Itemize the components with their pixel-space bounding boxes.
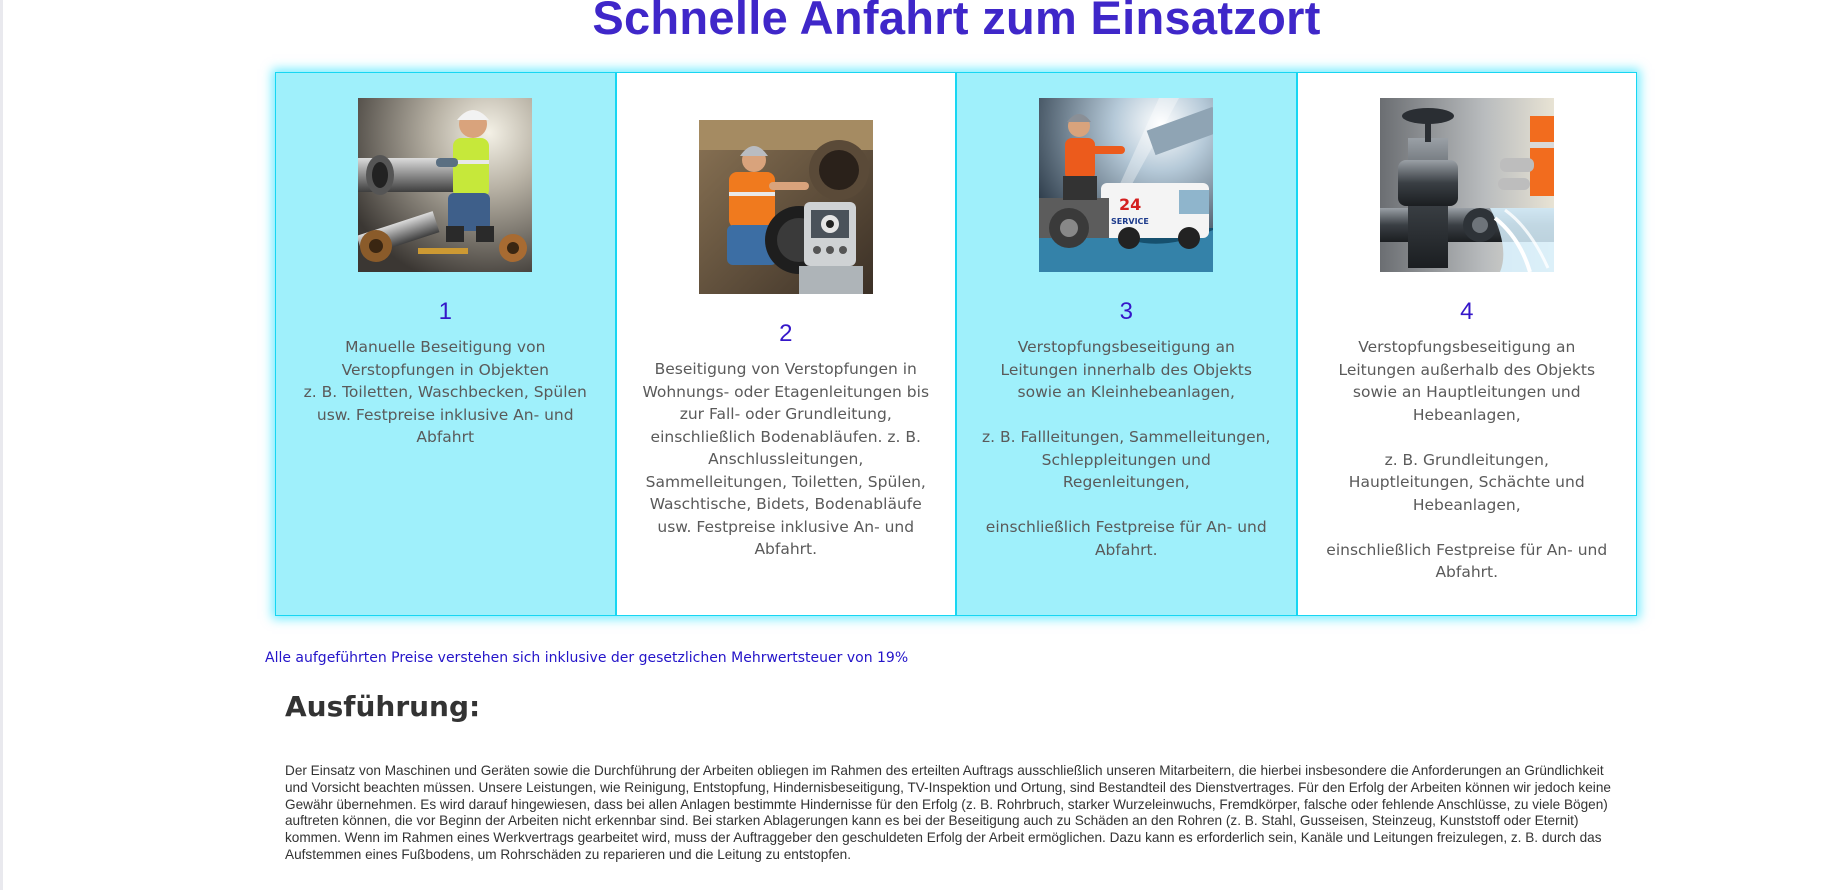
card-4-image — [1379, 98, 1554, 272]
card-2-number: 2 — [779, 320, 793, 347]
page-title: Schnelle Anfahrt zum Einsatzort — [592, 0, 1321, 44]
card-1-text: Manuelle Beseitigung von Verstopfungen i… — [303, 338, 587, 446]
section-body-text: Der Einsatz von Maschinen und Geräten so… — [285, 763, 1611, 862]
page: Schnelle Anfahrt zum Einsatzort 1 Manuel… — [0, 0, 1833, 890]
tax-note: Alle aufgeführten Preise verstehen sich … — [265, 650, 909, 666]
van-label-24: 24 — [1119, 195, 1141, 214]
card-3-number: 3 — [1119, 298, 1133, 325]
card-3-image: 24 SERVICE — [1039, 98, 1214, 272]
card-2-image — [698, 120, 873, 294]
card-4-number: 4 — [1460, 298, 1474, 325]
card-1-image — [358, 98, 533, 272]
card-1-number: 1 — [438, 298, 452, 325]
section-heading-ausfuehrung: Ausführung: — [285, 690, 481, 723]
card-4-text: Verstopfungsbeseitigung an Leitungen auß… — [1326, 338, 1608, 581]
service-card-3: 24 SERVICE 3 Verstopfungsbeseitigung an … — [956, 72, 1297, 616]
service-card-2: 2 Beseitigung von Verstopfungen in Wohnu… — [615, 72, 956, 616]
card-2-text: Beseitigung von Verstopfungen in Wohnung… — [642, 360, 930, 558]
service-card-4: 4 Verstopfungsbeseitigung an Leitungen a… — [1296, 72, 1637, 616]
card-3-text: Verstopfungsbeseitigung an Leitungen inn… — [982, 338, 1271, 559]
service-cards: 1 Manuelle Beseitigung von Verstopfungen… — [275, 72, 1637, 616]
van-label-service: SERVICE — [1111, 217, 1149, 226]
service-card-1: 1 Manuelle Beseitigung von Verstopfungen… — [275, 72, 616, 616]
